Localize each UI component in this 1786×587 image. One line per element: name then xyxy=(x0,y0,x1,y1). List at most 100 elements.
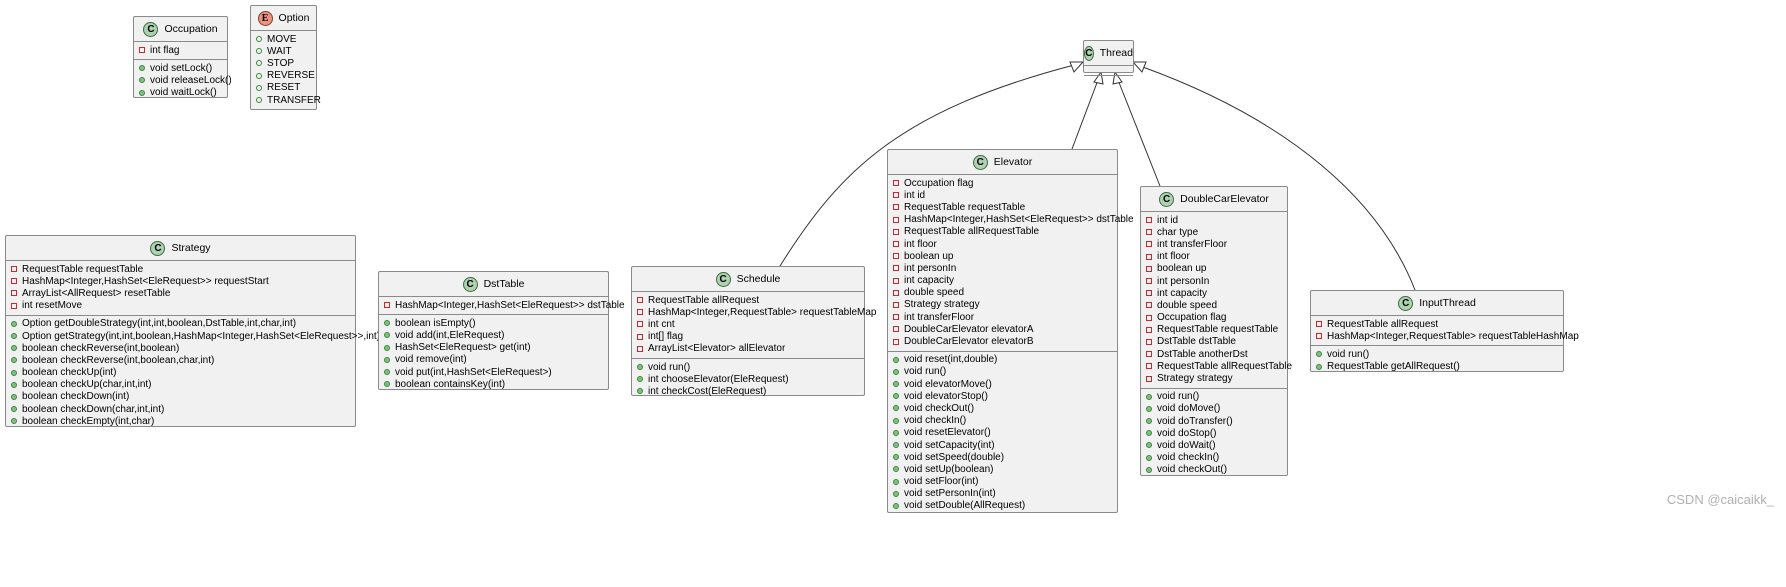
private-icon xyxy=(11,266,17,273)
class-dsttable[interactable]: C DstTable HashMap<Integer,HashSet<EleRequ… xyxy=(378,271,625,390)
public-icon xyxy=(1146,454,1152,461)
attribute-text: double speed xyxy=(1157,299,1218,311)
attribute-text: char type xyxy=(1157,226,1199,238)
edge-elevator-thread xyxy=(1071,79,1099,150)
public-icon xyxy=(637,376,643,383)
class-header: C Occupation xyxy=(134,17,227,42)
method-text: boolean checkUp(char,int,int) xyxy=(22,379,152,391)
method: Option getDoubleStrategy(int,int,boolean… xyxy=(6,318,355,330)
attribute-text: boolean up xyxy=(904,250,954,262)
private-icon xyxy=(637,309,643,316)
method-text: boolean checkUp(int) xyxy=(22,367,117,379)
method: void waitLock() xyxy=(134,87,227,99)
attribute: int cnt xyxy=(632,318,864,330)
method-text: void checkOut() xyxy=(1157,464,1228,476)
private-icon xyxy=(1146,363,1152,370)
class-name: Occupation xyxy=(164,23,218,35)
attribute: boolean up xyxy=(888,250,1117,262)
attribute: int personIn xyxy=(1141,275,1287,287)
method-text: void doWait() xyxy=(1157,439,1216,451)
private-icon xyxy=(1146,351,1152,358)
attribute: double speed xyxy=(1141,299,1287,311)
method: void run() xyxy=(1141,391,1287,403)
attribute-text: HashMap<Integer,RequestTable> requestTab… xyxy=(648,306,877,318)
public-icon xyxy=(1146,405,1152,412)
public-icon xyxy=(256,97,262,104)
class-name: Option xyxy=(278,12,310,24)
class-strategy[interactable]: C Strategy RequestTable requestTable HashMa… xyxy=(5,235,380,427)
class-thread[interactable]: C Thread xyxy=(1083,40,1134,76)
attribute: RequestTable requestTable xyxy=(6,263,355,275)
method: void put(int,HashSet<EleRequest>) xyxy=(379,366,608,378)
private-icon xyxy=(893,192,899,199)
public-icon xyxy=(11,357,17,364)
class-header: C Strategy xyxy=(6,236,355,261)
attribute-text: int cnt xyxy=(648,318,675,330)
method: Option getStrategy(int,int,boolean,HashM… xyxy=(6,330,380,342)
private-icon xyxy=(1146,229,1152,236)
class-header: C DoubleCarElevator xyxy=(1141,187,1287,212)
public-icon xyxy=(256,84,262,91)
attribute-text: double speed xyxy=(904,287,965,299)
attribute-text: DstTable dstTable xyxy=(1157,336,1236,348)
public-icon xyxy=(384,332,390,339)
method-text: boolean checkDown(int) xyxy=(22,391,130,403)
attribute: RequestTable allRequest xyxy=(1311,318,1563,330)
attribute: int transferFloor xyxy=(1141,238,1287,250)
attribute: ArrayList<Elevator> allElevator xyxy=(632,343,864,355)
method-text: void elevatorMove() xyxy=(904,378,992,390)
public-icon xyxy=(11,369,17,376)
method: void checkOut() xyxy=(1141,464,1287,476)
private-icon xyxy=(637,345,643,352)
class-doublecarelevator[interactable]: C DoubleCarElevator int id char type int tra… xyxy=(1140,186,1292,476)
attribute: Occupation flag xyxy=(1141,312,1287,324)
private-icon xyxy=(893,253,899,260)
attribute: Strategy strategy xyxy=(1141,372,1287,384)
attribute: boolean up xyxy=(1141,263,1287,275)
attribute: RequestTable requestTable xyxy=(1141,324,1287,336)
method: void doStop() xyxy=(1141,427,1287,439)
class-elevator[interactable]: C Elevator Occupation flag int id RequestTab… xyxy=(887,149,1134,513)
enum-value-text: REVERSE xyxy=(267,70,315,82)
class-header: E Option xyxy=(251,6,316,31)
attribute: int id xyxy=(1141,214,1287,226)
public-icon xyxy=(256,72,262,79)
method: boolean checkUp(int) xyxy=(6,367,355,379)
private-icon xyxy=(637,297,643,304)
attribute-text: DoubleCarElevator elevatorB xyxy=(904,336,1034,348)
class-icon: C xyxy=(715,271,731,287)
method: void add(int,EleRequest) xyxy=(379,329,608,341)
attribute: HashMap<Integer,RequestTable> requestTab… xyxy=(632,306,876,318)
public-icon xyxy=(384,356,390,363)
attribute-text: DoubleCarElevator elevatorA xyxy=(904,323,1034,335)
attribute-section: RequestTable requestTable HashMap<Integer… xyxy=(6,261,355,316)
attribute-text: int floor xyxy=(904,238,937,250)
private-icon xyxy=(11,278,17,285)
class-inputthread[interactable]: C InputThread RequestTable allRequest HashM… xyxy=(1310,290,1579,372)
attribute-text: boolean up xyxy=(1157,263,1207,275)
enum-value: WAIT xyxy=(251,45,316,57)
class-schedule[interactable]: C Schedule RequestTable allRequest HashMap<… xyxy=(631,266,876,397)
method-text: void elevatorStop() xyxy=(904,390,988,402)
attribute-text: int id xyxy=(904,189,926,201)
watermark: CSDN @caicaikk_ xyxy=(1666,492,1774,507)
method-text: void setLock() xyxy=(150,62,213,74)
method-text: void checkOut() xyxy=(904,402,975,414)
attribute: int[] flag xyxy=(632,331,864,343)
attribute: int capacity xyxy=(888,275,1117,287)
public-icon xyxy=(11,406,17,413)
method-section: void setLock() void releaseLock() void wai… xyxy=(134,60,232,102)
method-section xyxy=(251,110,316,119)
attribute-text: RequestTable allRequest xyxy=(1327,318,1439,330)
method-text: boolean checkReverse(int,boolean) xyxy=(22,342,180,354)
method-text: void remove(int) xyxy=(395,354,467,366)
private-icon xyxy=(1316,333,1322,340)
attribute-section: int flag xyxy=(134,42,227,61)
public-icon xyxy=(256,60,262,67)
enum-value: MOVE xyxy=(251,33,316,45)
method: void setFloor(int) xyxy=(888,476,1117,488)
method-text: void setSpeed(double) xyxy=(904,451,1005,463)
class-occupation[interactable]: C Occupation int flag void setLock() void re… xyxy=(133,16,232,98)
public-icon xyxy=(384,369,390,376)
class-option[interactable]: E Option MOVE WAIT STOP REVERSE RESET TRANSFER xyxy=(250,5,321,111)
